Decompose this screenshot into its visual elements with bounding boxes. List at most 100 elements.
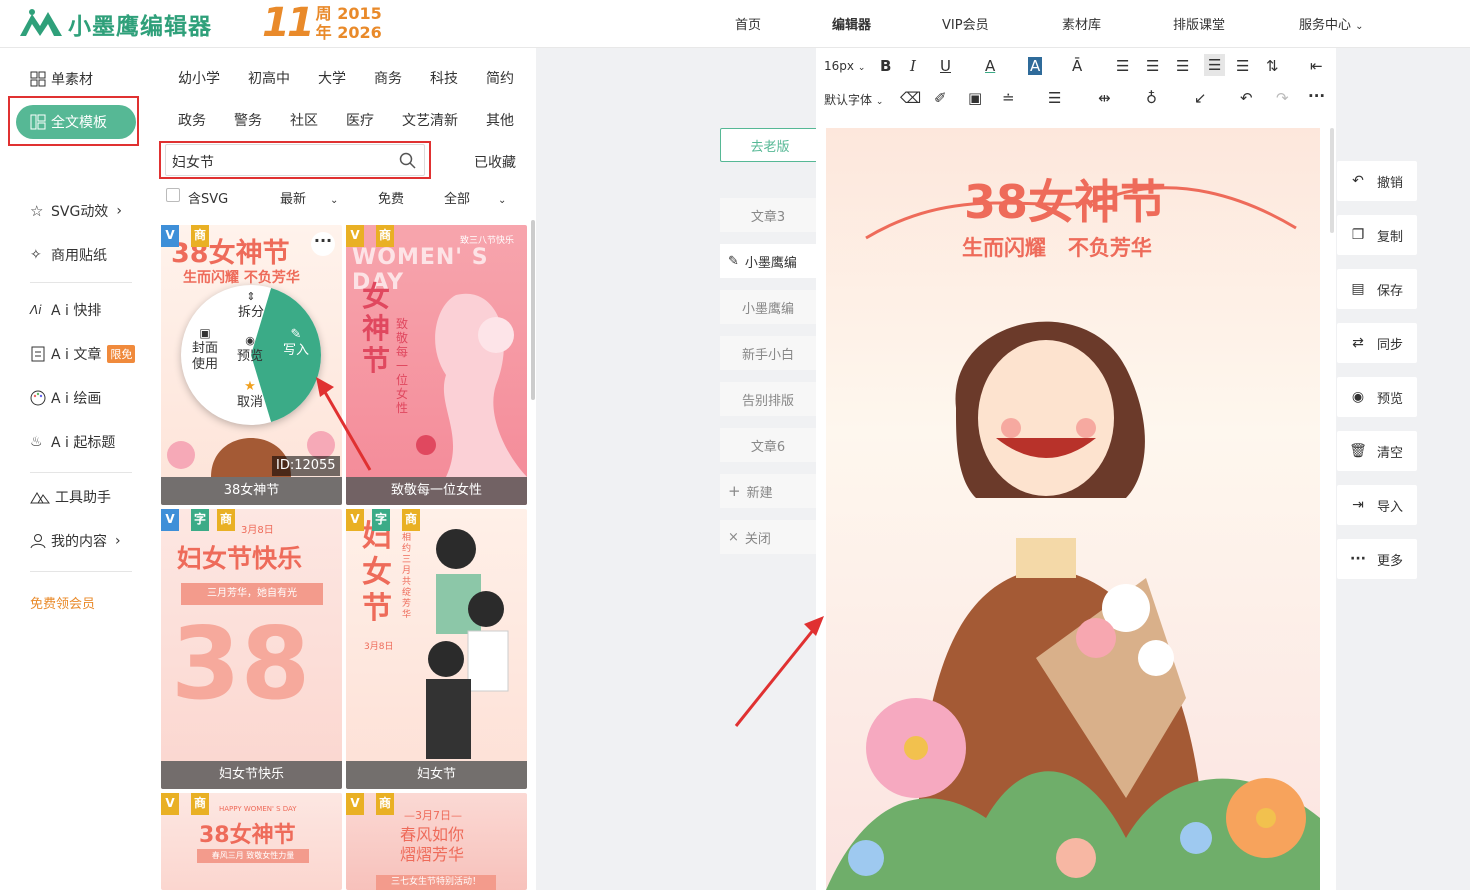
more-options-icon[interactable]: ··· xyxy=(311,232,335,256)
top-bar: 小墨鹰编辑器 11 周 2015 年 2026 首页 编辑器 VIP会员 素材库… xyxy=(0,0,1470,48)
image-icon[interactable]: ▣ xyxy=(968,89,982,107)
favorites-link[interactable]: 已收藏 xyxy=(474,152,516,172)
paragraph-spacing-icon[interactable]: ≐ xyxy=(1002,89,1015,107)
split-action[interactable]: ⇕ 拆分 xyxy=(236,289,266,321)
category-tab[interactable]: 简约 xyxy=(486,68,514,88)
align-center-icon[interactable]: ☰ xyxy=(1146,57,1159,75)
more-icon[interactable]: ··· xyxy=(1308,87,1325,105)
category-tab[interactable]: 大学 xyxy=(318,68,346,88)
price-filter[interactable]: 免费 xyxy=(378,188,404,207)
undo-button[interactable]: ↶ 撤销 xyxy=(1337,161,1417,201)
free-vip-link[interactable]: 免费领会员 xyxy=(30,593,95,612)
new-article-button[interactable]: + 新建 xyxy=(720,474,816,508)
article-tab[interactable]: 小墨鹰编 xyxy=(720,290,816,324)
copy-button[interactable]: ❐ 复制 xyxy=(1337,215,1417,255)
category-tab[interactable]: 警务 xyxy=(234,110,262,130)
sidebar-item-my-content[interactable]: 我的内容 › xyxy=(30,531,121,551)
clear-format-icon[interactable]: Ā xyxy=(1072,57,1082,75)
template-card[interactable]: HAPPY WOMEN' S DAY 38女神节 春风三月 致敬女性力量 xyxy=(161,793,342,890)
import-button[interactable]: ⇥ 导入 xyxy=(1337,485,1417,525)
sidebar-item-ai-layout[interactable]: Λi A i 快排 xyxy=(30,300,101,320)
article-poster[interactable]: 38女神节 生而闪耀 不负芳华 xyxy=(826,128,1320,890)
format-painter-icon[interactable]: ✐ xyxy=(934,89,947,107)
more-button[interactable]: ··· 更多 xyxy=(1337,539,1417,579)
undo-icon[interactable]: ↶ xyxy=(1240,89,1253,107)
article-tab[interactable]: 新手小白 xyxy=(720,336,816,370)
editor-scrollbar[interactable] xyxy=(1330,128,1334,233)
nav-course[interactable]: 排版课堂 xyxy=(1173,14,1225,33)
font-size-select[interactable]: 16px ⌄ xyxy=(824,59,865,73)
align-right-icon[interactable]: ☰ xyxy=(1176,57,1189,75)
all-select[interactable]: 全部 ⌄ xyxy=(444,188,506,207)
sync-button[interactable]: ⇄ 同步 xyxy=(1337,323,1417,363)
nav-vip[interactable]: VIP会员 xyxy=(942,14,989,33)
sidebar-item-stickers[interactable]: ✧ 商用贴纸 xyxy=(30,245,107,265)
fire-icon: ♨ xyxy=(30,434,43,450)
underline-icon[interactable]: U xyxy=(940,57,951,75)
letter-spacing-icon[interactable]: ⇹ xyxy=(1098,89,1111,107)
font-color-icon[interactable]: A xyxy=(985,57,995,75)
eraser-icon[interactable]: ⌫ xyxy=(900,89,921,107)
bold-icon[interactable]: B xyxy=(880,57,891,75)
nav-editor[interactable]: 编辑器 xyxy=(832,14,871,33)
sync-label: 同步 xyxy=(1377,337,1404,353)
star-icon: ★ xyxy=(244,379,256,394)
sidebar-item-tools[interactable]: 工具助手 xyxy=(30,487,111,507)
category-tab[interactable]: 政务 xyxy=(178,110,206,130)
save-button[interactable]: ▤ 保存 xyxy=(1337,269,1417,309)
line-height-icon[interactable]: ⇅ xyxy=(1266,57,1279,75)
write-action[interactable]: ✎ 写入 xyxy=(279,327,313,359)
sidebar-item-ai-draw[interactable]: A i 绘画 xyxy=(30,388,101,408)
nav-materials[interactable]: 素材库 xyxy=(1062,14,1101,33)
divider-icon[interactable]: ☰ xyxy=(1048,89,1061,107)
chevron-down-icon: ⌄ xyxy=(498,195,507,206)
sidebar-item-single-material[interactable]: 单素材 xyxy=(30,69,93,89)
sidebar-item-ai-article[interactable]: A i 文章 限免 xyxy=(30,344,136,364)
sidebar-item-svg[interactable]: ☆ SVG动效 › xyxy=(30,201,122,221)
lightbulb-icon[interactable]: ♁ xyxy=(1146,89,1157,107)
align-justify-icon[interactable]: ☰ xyxy=(1204,54,1226,76)
logo[interactable]: 小墨鹰编辑器 xyxy=(18,6,212,42)
cancel-action[interactable]: ★ 取消 xyxy=(233,379,267,411)
category-tab[interactable]: 医疗 xyxy=(346,110,374,130)
category-tab[interactable]: 文艺清新 xyxy=(402,110,458,130)
article-tab-active[interactable]: ✎ 小墨鹰编 xyxy=(720,244,816,278)
italic-icon[interactable]: I xyxy=(910,57,916,75)
template-card[interactable]: —3月7日— 春风如你 熠熠芳华 三七女生节特别活动！ xyxy=(346,793,527,890)
indent-icon[interactable]: ☰ xyxy=(1236,57,1249,75)
sort-select[interactable]: 最新 ⌄ xyxy=(280,188,338,207)
panel-scrollbar[interactable] xyxy=(531,220,535,400)
sidebar-item-ai-title[interactable]: ♨ A i 起标题 xyxy=(30,432,115,452)
close-button[interactable]: × 关闭 xyxy=(720,520,816,554)
nav-service[interactable]: 服务中心 ⌄ xyxy=(1299,14,1364,33)
category-tab[interactable]: 科技 xyxy=(430,68,458,88)
more-label: 更多 xyxy=(1377,553,1404,569)
preview-action[interactable]: ◉ 预览 xyxy=(233,333,267,365)
redo-icon[interactable]: ↷ xyxy=(1276,89,1289,107)
article-tab[interactable]: 文章3 xyxy=(720,198,816,232)
exit-icon[interactable]: ⇤ xyxy=(1310,57,1323,75)
svg-checkbox[interactable] xyxy=(166,188,180,202)
commercial-tag: 商 xyxy=(402,509,420,531)
article-tab[interactable]: 文章6 xyxy=(720,428,816,462)
template-card[interactable]: 妇女节 相约三月 共绽芳华 3月8日 妇女节 xyxy=(346,509,527,789)
sidebar-item-label: 单素材 xyxy=(51,72,93,88)
clear-button[interactable]: 🗑 清空 xyxy=(1337,431,1417,471)
template-card[interactable]: 3月8日 妇女节快乐 三月芳华，她自有光 38 妇女节快乐 xyxy=(161,509,342,789)
align-left-icon[interactable]: ☰ xyxy=(1116,57,1129,75)
old-version-button[interactable]: 去老版 xyxy=(720,128,820,162)
category-tab[interactable]: 社区 xyxy=(290,110,318,130)
category-tab[interactable]: 其他 xyxy=(486,110,514,130)
cover-action[interactable]: ▣ 封面 使用 xyxy=(187,325,223,373)
background-color-icon[interactable]: A xyxy=(1028,57,1043,75)
category-tab[interactable]: 商务 xyxy=(374,68,402,88)
nav-home[interactable]: 首页 xyxy=(735,14,761,33)
preview-button[interactable]: ◉ 预览 xyxy=(1337,377,1417,417)
card-poster-number: 38 xyxy=(171,605,311,722)
font-family-select[interactable]: 默认字体 ⌄ xyxy=(824,91,883,108)
article-tab[interactable]: 告别排版 xyxy=(720,382,816,416)
article-tab-label: 小墨鹰编 xyxy=(744,255,797,271)
category-tab[interactable]: 初高中 xyxy=(248,68,290,88)
arrow-icon[interactable]: ↙ xyxy=(1194,89,1207,107)
category-tab[interactable]: 幼小学 xyxy=(178,68,220,88)
